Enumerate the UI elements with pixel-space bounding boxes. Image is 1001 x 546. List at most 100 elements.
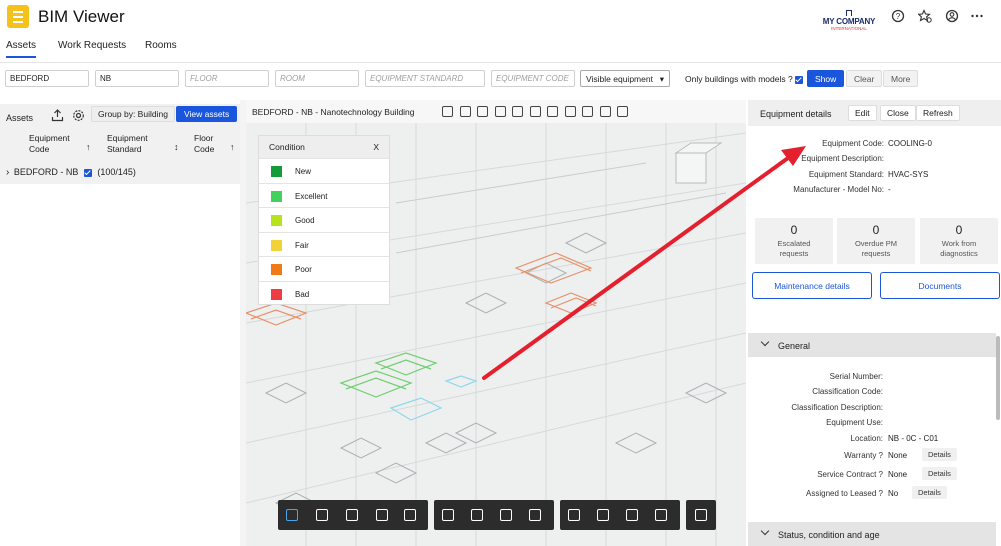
only-buildings-label: Only buildings with models ? xyxy=(685,74,793,84)
top-bar: BIM Viewer MY COMPANY INTERNATIONAL ? xyxy=(0,0,1001,34)
maintenance-details-button[interactable]: Maintenance details xyxy=(752,272,872,299)
help-icon[interactable]: ? xyxy=(891,9,905,23)
folder-icon[interactable] xyxy=(500,509,512,521)
legend-swatch xyxy=(271,288,282,300)
assigned-leased-value: No xyxy=(888,489,899,498)
assets-panel-title: Assets xyxy=(6,113,34,123)
documents-button[interactable]: Documents xyxy=(880,272,1000,299)
grid-icon[interactable] xyxy=(477,106,489,117)
more-options-icon[interactable] xyxy=(970,9,984,23)
pan-icon[interactable] xyxy=(316,509,328,521)
service-contract-value: None xyxy=(888,470,908,479)
section-general-title: General xyxy=(778,341,811,351)
app-title: BIM Viewer xyxy=(38,7,125,26)
tree-item-building[interactable]: › BEDFORD - NB (100/145) xyxy=(6,167,136,178)
fit-icon[interactable] xyxy=(564,106,576,117)
tab-rooms[interactable]: Rooms xyxy=(145,40,177,51)
viewer-title: BEDFORD - NB - Nanotechnology Building xyxy=(252,107,415,117)
cube-icon[interactable] xyxy=(529,509,541,521)
show-button[interactable]: Show xyxy=(807,70,845,87)
tile-work-from-diagnostics[interactable]: 0 Work from diagnostics xyxy=(920,218,998,264)
building-icon[interactable] xyxy=(442,106,453,117)
manufacturer-model-value: - xyxy=(888,185,891,194)
svg-text:?: ? xyxy=(896,12,901,21)
group-by-button[interactable]: Group by: Building xyxy=(91,106,175,122)
orbit-icon[interactable] xyxy=(286,509,298,521)
equipment-details-panel: Equipment details Edit Close Refresh Equ… xyxy=(748,100,1001,546)
tag-icon[interactable] xyxy=(494,106,506,117)
sort-both-icon[interactable]: ↕ xyxy=(174,142,179,152)
close-icon[interactable]: X xyxy=(373,142,379,152)
connect-icon[interactable] xyxy=(529,106,541,117)
legend-swatch xyxy=(271,166,282,177)
equipment-code-field[interactable]: EQUIPMENT CODE xyxy=(491,70,575,87)
visible-equipment-select[interactable]: Visible equipment ▾ xyxy=(580,70,670,87)
sliders-icon[interactable] xyxy=(547,106,559,117)
legend-item-new: New xyxy=(259,158,389,183)
column-equipment-code[interactable]: Equipment Code xyxy=(29,133,70,154)
favorites-icon[interactable] xyxy=(918,9,932,23)
settings-icon[interactable] xyxy=(72,109,85,122)
bim-viewer[interactable]: BEDFORD - NB - Nanotechnology Building C… xyxy=(246,100,746,546)
chevron-down-icon xyxy=(760,337,770,347)
clear-button[interactable]: Clear xyxy=(846,70,883,87)
level-field[interactable]: NB xyxy=(95,70,179,87)
legend-item-excellent: Excellent xyxy=(259,182,389,208)
extra-toolbar xyxy=(686,500,716,530)
legend-item-poor: Poor xyxy=(259,256,389,281)
column-floor-code[interactable]: Floor Code xyxy=(194,133,214,154)
zoom-icon[interactable] xyxy=(346,509,358,521)
chevron-down-icon: ▾ xyxy=(659,74,664,84)
properties-icon[interactable] xyxy=(597,509,609,521)
settings-icon[interactable] xyxy=(626,509,638,521)
edit-button[interactable]: Edit xyxy=(848,105,877,121)
details-scrollbar[interactable] xyxy=(996,336,1000,420)
section-general[interactable]: General xyxy=(748,333,996,357)
more-button[interactable]: More xyxy=(883,70,919,87)
warranty-details-button[interactable]: Details xyxy=(922,448,957,461)
column-equipment-standard[interactable]: Equipment Standard xyxy=(107,133,148,154)
building-field[interactable]: BEDFORD xyxy=(5,70,89,87)
tile-escalated-requests[interactable]: 0 Escalated requests xyxy=(755,218,833,264)
palette-icon[interactable] xyxy=(599,106,611,117)
visible-equipment-value: Visible equipment xyxy=(586,74,653,84)
model-browser-icon[interactable] xyxy=(568,509,580,521)
floor-field[interactable]: FLOOR xyxy=(185,70,269,87)
layers-icon[interactable] xyxy=(459,106,471,117)
branch-icon[interactable] xyxy=(512,106,524,117)
filter-bar: BEDFORD NB FLOOR ROOM EQUIPMENT STANDARD… xyxy=(0,70,1001,89)
details-title: Equipment details xyxy=(760,109,832,119)
legend-swatch xyxy=(271,215,282,227)
equipment-standard-field[interactable]: EQUIPMENT STANDARD xyxy=(365,70,485,87)
measure-icon[interactable] xyxy=(442,509,454,521)
user-icon[interactable] xyxy=(945,9,959,23)
walk-icon[interactable] xyxy=(376,509,388,521)
screenshot-icon[interactable] xyxy=(695,509,707,521)
room-field[interactable]: ROOM xyxy=(275,70,359,87)
assets-panel-header: Assets Group by: Building View assets Eq… xyxy=(0,104,240,184)
close-button[interactable]: Close xyxy=(880,105,916,121)
fullscreen-icon[interactable] xyxy=(655,509,667,521)
tile-overdue-pm[interactable]: 0 Overdue PM requests xyxy=(837,218,915,264)
refresh-button[interactable]: Refresh xyxy=(916,105,960,121)
search-icon[interactable] xyxy=(582,106,594,117)
equipment-code-value: COOLING-0 xyxy=(888,139,933,148)
tab-assets[interactable]: Assets xyxy=(6,40,37,58)
sort-asc-icon[interactable]: ↑ xyxy=(230,142,235,152)
tree-item-checkbox[interactable] xyxy=(83,168,92,177)
service-contract-details-button[interactable]: Details xyxy=(922,467,957,480)
gear-icon[interactable] xyxy=(617,106,629,117)
export-icon[interactable] xyxy=(51,109,64,122)
section-icon[interactable] xyxy=(471,509,483,521)
navigation-toolbar xyxy=(278,500,428,530)
section-status-condition-age[interactable]: Status, condition and age xyxy=(748,522,996,546)
view-assets-button[interactable]: View assets xyxy=(176,106,238,122)
tree-item-label: BEDFORD - NB xyxy=(13,167,79,177)
assigned-leased-details-button[interactable]: Details xyxy=(912,486,947,499)
chevron-right-icon[interactable]: › xyxy=(6,167,9,178)
only-buildings-checkbox[interactable] xyxy=(795,75,804,84)
sort-asc-icon[interactable]: ↑ xyxy=(86,142,91,152)
assets-panel: Assets Group by: Building View assets Eq… xyxy=(0,104,240,546)
tab-work-requests[interactable]: Work Requests xyxy=(58,40,126,51)
camera-icon[interactable] xyxy=(404,509,416,521)
